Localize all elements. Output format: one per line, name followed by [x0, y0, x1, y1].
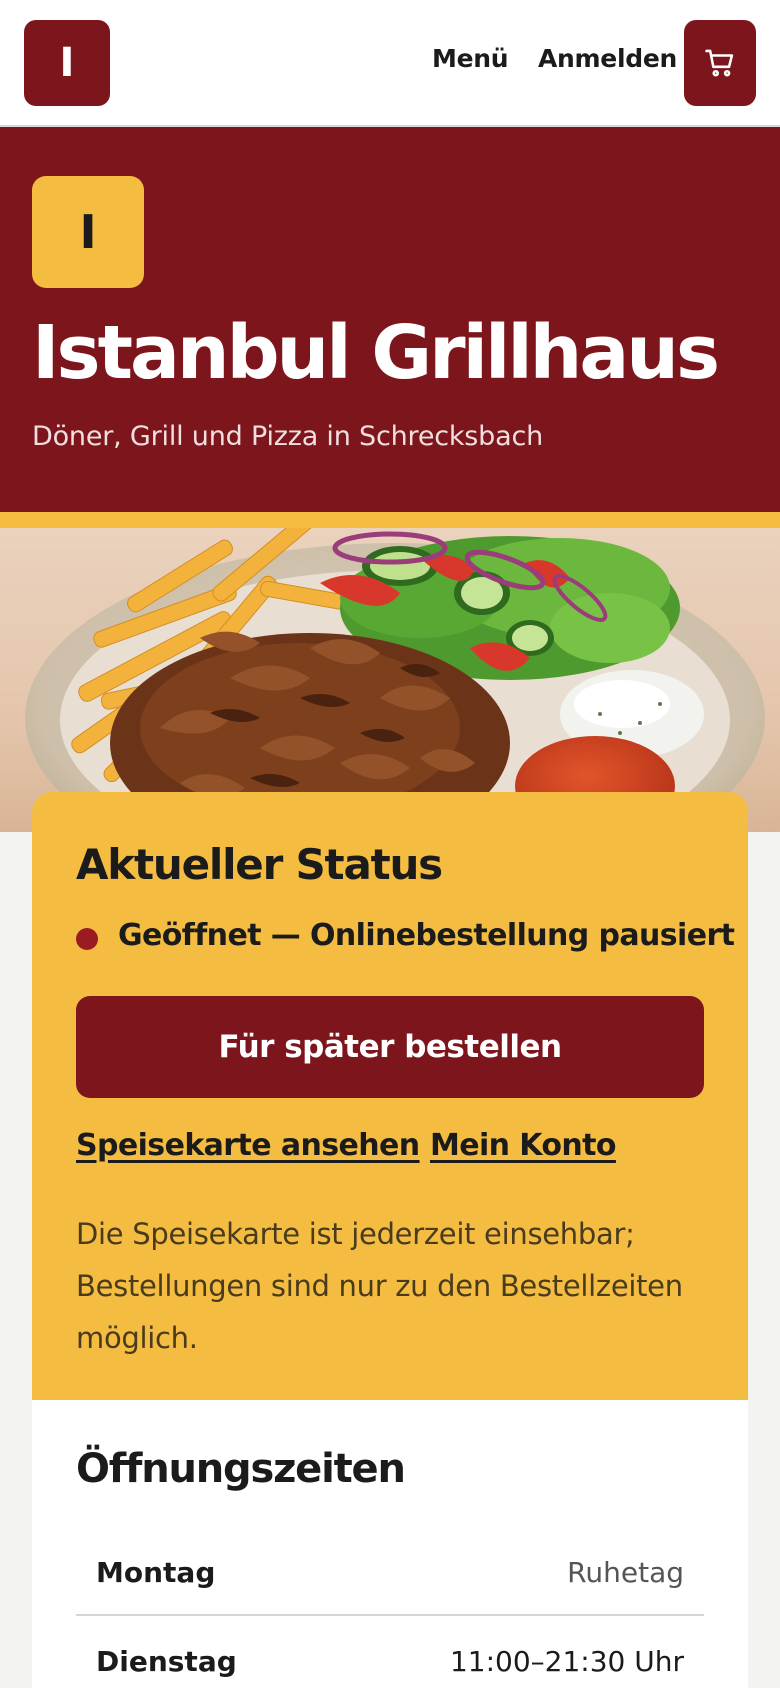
hero-section: I Istanbul Grillhaus Döner, Grill und Pi… — [0, 127, 780, 512]
hours-time: Ruhetag — [567, 1555, 684, 1589]
cart-button[interactable] — [684, 20, 756, 106]
opening-hours-title: Öffnungszeiten — [76, 1446, 406, 1492]
doner-plate-illustration — [25, 528, 765, 832]
nav-menu-link[interactable]: Menü — [432, 44, 509, 73]
logo-button[interactable]: I — [24, 20, 110, 106]
my-account-link[interactable]: Mein Konto — [430, 1128, 617, 1163]
doner-plate-image — [0, 528, 780, 832]
hours-day: Montag — [96, 1555, 216, 1589]
status-note: Die Speisekarte ist jederzeit einsehbar;… — [76, 1217, 683, 1355]
hours-time: 11:00–21:30 Uhr — [449, 1644, 684, 1678]
hours-row: Montag Ruhetag — [76, 1530, 704, 1616]
hero-accent-stripe — [0, 512, 780, 528]
restaurant-subtitle: Döner, Grill und Pizza in Schrecksbach — [32, 421, 544, 452]
hours-day: Dienstag — [96, 1644, 237, 1678]
status-text: Geöffnet — Onlinebestellung pausiert — [118, 918, 735, 953]
restaurant-logo-badge: I — [32, 176, 144, 288]
top-bar: I Menü Anmelden — [0, 0, 780, 127]
status-card: Aktueller Status Geöffnet — Onlinebestel… — [32, 792, 748, 1400]
nav-login-link[interactable]: Anmelden — [538, 44, 677, 73]
status-title: Aktueller Status — [76, 840, 443, 889]
hours-row: Dienstag 11:00–21:30 Uhr — [76, 1618, 704, 1688]
view-menu-link[interactable]: Speisekarte ansehen — [76, 1128, 420, 1163]
order-later-button[interactable]: Für später bestellen — [76, 996, 704, 1098]
status-indicator-dot — [76, 928, 98, 950]
restaurant-title: Istanbul Grillhaus — [32, 310, 720, 396]
opening-hours-card: Öffnungszeiten Montag Ruhetag Dienstag 1… — [32, 1400, 748, 1688]
cart-icon — [705, 49, 734, 77]
